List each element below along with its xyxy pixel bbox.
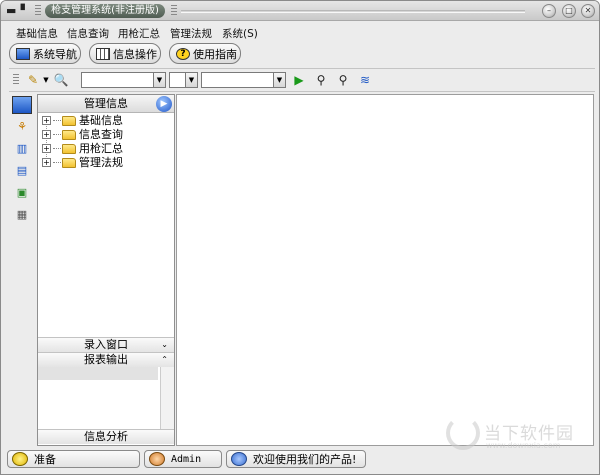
play-icon[interactable]: ▶ <box>293 72 305 88</box>
tree-label: 信息查询 <box>79 128 123 141</box>
title-bar[interactable]: ▬▝ 枪支管理系统(非注册版) – □ ✕ <box>1 1 599 21</box>
tree-label: 基础信息 <box>79 114 123 127</box>
window-title: 枪支管理系统(非注册版) <box>45 4 165 18</box>
user-name: Admin <box>171 453 202 465</box>
welcome-text: 欢迎使用我们的产品! <box>253 453 357 466</box>
find-user-icon[interactable]: ⚲ <box>313 72 329 88</box>
tree-node-basic-info[interactable]: + 基础信息 <box>42 114 123 127</box>
chevron-up-icon: ⌃ <box>161 355 168 364</box>
expand-icon[interactable]: + <box>42 116 51 125</box>
pane-header: 管理信息 ▶ <box>38 95 174 113</box>
title-divider <box>181 10 525 13</box>
panel-icon[interactable]: ▥ <box>12 140 32 158</box>
menu-regulations[interactable]: 管理法规 <box>170 26 212 41</box>
toolbar-grip-icon <box>13 74 19 86</box>
dropdown-arrow-icon[interactable]: ▼ <box>41 72 51 88</box>
watermark-logo-icon <box>446 416 480 450</box>
combo-3-dropdown-icon[interactable]: ▼ <box>273 72 286 88</box>
trash-icon[interactable]: ▦ <box>12 206 32 224</box>
gun-app-icon: ▬▝ <box>6 4 25 17</box>
chevron-down-icon: ⌄ <box>161 340 168 349</box>
section-entry-window[interactable]: 录入窗口 ⌄ <box>38 337 174 352</box>
folder-icon <box>62 115 76 126</box>
close-button[interactable]: ✕ <box>581 4 595 18</box>
combo-field-3[interactable] <box>201 72 273 88</box>
grip-icon <box>171 5 177 17</box>
section-label: 录入窗口 <box>84 338 128 351</box>
menu-system[interactable]: 系统(S) <box>222 26 258 41</box>
menu-info-query[interactable]: 信息查询 <box>67 26 109 41</box>
expand-icon[interactable]: + <box>42 144 51 153</box>
combo-1-dropdown-icon[interactable]: ▼ <box>153 72 166 88</box>
user-guide-label: 使用指南 <box>193 47 237 61</box>
collapse-button[interactable]: ▶ <box>156 96 172 112</box>
status-message: 欢迎使用我们的产品! <box>226 450 366 468</box>
tree-node-regulations[interactable]: + 管理法规 <box>42 156 123 169</box>
network-icon[interactable]: ⚘ <box>12 118 32 136</box>
status-user: Admin <box>144 450 222 468</box>
selected-row[interactable] <box>38 367 158 380</box>
section-label: 报表输出 <box>84 353 128 366</box>
combo-field-2[interactable] <box>169 72 185 88</box>
tree-label: 用枪汇总 <box>79 142 123 155</box>
user-guide-button[interactable]: ? 使用指南 <box>169 43 241 64</box>
section-label: 信息分析 <box>84 430 128 443</box>
image-icon[interactable]: ▣ <box>12 184 32 202</box>
expand-icon[interactable]: + <box>42 158 51 167</box>
status-ready: 准备 <box>7 450 140 468</box>
minimize-button[interactable]: – <box>542 4 556 18</box>
users-icon <box>231 452 247 466</box>
combo-2-dropdown-icon[interactable]: ▼ <box>185 72 198 88</box>
tree-label: 管理法规 <box>79 156 123 169</box>
search-doc-icon[interactable]: 🔍 <box>53 72 69 88</box>
system-nav-button[interactable]: 系统导航 <box>9 43 81 64</box>
monitor-icon <box>16 47 30 60</box>
section-report-output[interactable]: 报表输出 ⌃ <box>38 352 174 367</box>
app-window: ▬▝ 枪支管理系统(非注册版) – □ ✕ 基础信息 信息查询 用枪汇总 管理法… <box>0 0 600 475</box>
menu-basic-info[interactable]: 基础信息 <box>16 26 58 41</box>
lightbulb-icon <box>12 452 28 466</box>
info-ops-label: 信息操作 <box>113 47 157 61</box>
pencil-icon[interactable]: ✎ <box>25 72 41 88</box>
nav-bar: 系统导航 信息操作 ? 使用指南 <box>1 42 599 67</box>
user-icon <box>149 452 165 466</box>
maximize-button[interactable]: □ <box>562 4 576 18</box>
combo-field-1[interactable] <box>81 72 153 88</box>
grip-icon <box>35 5 41 17</box>
table-icon <box>96 47 110 60</box>
toolbar: ✎ ▼ 🔍 ▼ ▼ ▼ ▶ ⚲ ⚲ ≋ <box>9 68 595 92</box>
section-content <box>38 367 174 429</box>
tree-node-gun-summary[interactable]: + 用枪汇总 <box>42 142 123 155</box>
section-info-analysis[interactable]: 信息分析 <box>38 429 174 444</box>
status-text: 准备 <box>34 453 56 466</box>
main-content-area[interactable] <box>176 94 594 446</box>
find-next-icon[interactable]: ⚲ <box>335 72 351 88</box>
pane-title: 管理信息 <box>84 97 128 110</box>
folder-icon <box>62 143 76 154</box>
tree-node-info-query[interactable]: + 信息查询 <box>42 128 123 141</box>
watermark: 当下软件园 www.downxia.com <box>446 414 591 454</box>
menu-gun-summary[interactable]: 用枪汇总 <box>118 26 160 41</box>
info-ops-button[interactable]: 信息操作 <box>89 43 161 64</box>
system-nav-label: 系统导航 <box>33 47 77 61</box>
menu-bar: 基础信息 信息查询 用枪汇总 管理法规 系统(S) <box>1 22 599 42</box>
watermark-url: www.downxia.com <box>486 441 561 450</box>
monitor-icon[interactable] <box>12 96 32 114</box>
folder-icon <box>62 157 76 168</box>
refresh-icon[interactable]: ≋ <box>357 72 373 88</box>
expand-icon[interactable]: + <box>42 130 51 139</box>
side-toolbar: ⚘ ▥ ▤ ▣ ▦ <box>9 94 37 444</box>
help-icon: ? <box>176 47 190 60</box>
document-icon[interactable]: ▤ <box>12 162 32 180</box>
scrollbar[interactable] <box>160 367 174 429</box>
folder-icon <box>62 129 76 140</box>
management-pane: 管理信息 ▶ + 基础信息 + 信息查询 + 用枪汇总 + 管理法规 录入窗口 ⌄ 报表输… <box>37 94 175 446</box>
